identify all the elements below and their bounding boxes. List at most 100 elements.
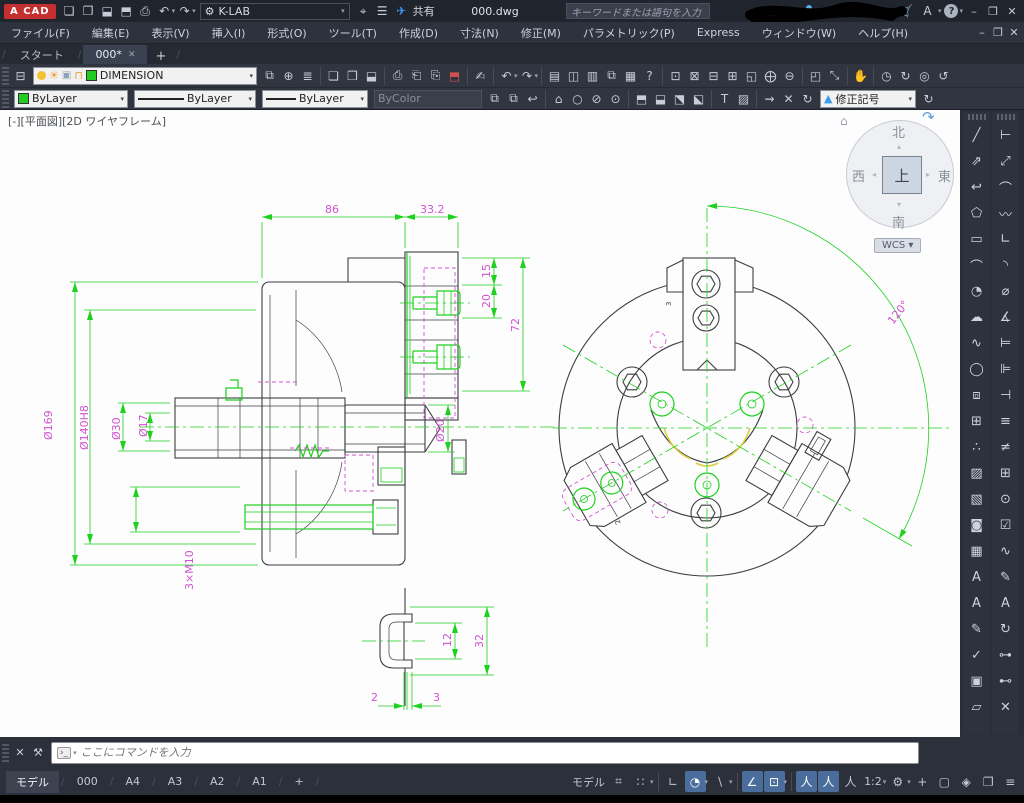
layer-properties-icon[interactable]: ⊟ — [11, 66, 30, 86]
hatch-icon[interactable]: ▨ — [965, 460, 989, 486]
chevron-down-icon[interactable]: ▾ — [248, 95, 252, 103]
make-layer-current-icon[interactable]: ⧉ — [485, 89, 504, 109]
menu-item[interactable]: 作成(D) — [388, 22, 449, 44]
menu-item[interactable]: 寸法(N) — [449, 22, 510, 44]
wcs-dropdown[interactable]: WCS ▾ — [874, 238, 921, 253]
menu-item[interactable]: パラメトリック(P) — [572, 22, 686, 44]
annotation-visibility[interactable]: 人 — [796, 771, 817, 792]
isolate-objects[interactable]: ▢ — [934, 771, 955, 792]
menu-item[interactable]: ウィンドウ(W) — [751, 22, 847, 44]
viewcube-arrow-left[interactable]: ◂ — [872, 170, 876, 179]
grid-mode[interactable]: ⌗ — [608, 771, 629, 792]
layer-unlock-icon[interactable]: ⊙ — [606, 89, 625, 109]
send-to-back-icon[interactable]: ⬓ — [651, 89, 670, 109]
palette-grip[interactable] — [997, 114, 1015, 120]
zoom-object-icon[interactable]: ◱ — [742, 66, 761, 86]
edit-text-icon[interactable]: ✎ — [965, 616, 989, 642]
chevron-down-icon[interactable]: ▾ — [73, 749, 77, 757]
layout-tab-A4[interactable]: A4 — [115, 772, 150, 791]
hatch-to-back-icon[interactable]: ▨ — [734, 89, 753, 109]
dim-text-edit-icon[interactable]: A — [994, 590, 1018, 616]
multiple-point-icon[interactable]: ✕ — [994, 694, 1018, 720]
wipeout-icon[interactable]: ▱ — [965, 694, 989, 720]
share-icon[interactable]: ✈ — [392, 1, 411, 21]
new-layout-button[interactable]: + — [284, 772, 313, 791]
menu-item[interactable]: ヘルプ(H) — [847, 22, 919, 44]
send-under-icon[interactable]: ⬕ — [689, 89, 708, 109]
help-icon[interactable]: ? — [640, 66, 659, 86]
layout-tab-A2[interactable]: A2 — [200, 772, 235, 791]
menu-item[interactable]: ツール(T) — [318, 22, 388, 44]
rotate-arrow-icon[interactable]: ↶ — [922, 110, 935, 126]
dim-radius-icon[interactable]: ◝ — [994, 252, 1018, 278]
dim-space-icon[interactable]: ≡ — [994, 408, 1018, 434]
plot-icon[interactable]: ⎙ — [388, 66, 407, 86]
viewcube[interactable]: ⌂ ↶ 北 西 東 南 ▴ ▾ ◂ ▸ 上 WCS ▾ — [838, 110, 958, 270]
zoom-center-icon[interactable]: ⊞ — [723, 66, 742, 86]
menu-item[interactable]: 形式(O) — [256, 22, 317, 44]
plot-preview-icon[interactable]: ⎗ — [407, 66, 426, 86]
chevron-down-icon[interactable]: ▾ — [249, 72, 253, 80]
snap-mode[interactable]: ∷ — [630, 771, 651, 792]
new-drawing-icon[interactable]: ❏ — [324, 66, 343, 86]
command-grip[interactable] — [2, 744, 9, 762]
share-label[interactable]: 共有 — [413, 3, 435, 19]
layout-tab-A3[interactable]: A3 — [158, 772, 193, 791]
dim-ordinate-icon[interactable]: ∟ — [994, 226, 1018, 252]
dim-linear-icon[interactable]: ⊢ — [994, 122, 1018, 148]
layer-lock-icon[interactable]: ⊘ — [587, 89, 606, 109]
steering-wheel-icon[interactable]: ◎ — [915, 66, 934, 86]
save-as-icon[interactable]: ⬒ — [117, 1, 136, 21]
ucs-icon[interactable]: ✕ — [779, 89, 798, 109]
tab-start[interactable]: スタート — [8, 45, 76, 64]
properties-palette-icon[interactable]: ◫ — [564, 66, 583, 86]
dim-jogged-icon[interactable]: 〰 — [994, 200, 1018, 226]
doc-close-button[interactable]: ✕ — [1006, 25, 1022, 41]
line-icon[interactable]: ╱ — [965, 122, 989, 148]
zoom-out-icon[interactable]: ⊖ — [780, 66, 799, 86]
region-icon[interactable]: ◙ — [965, 512, 989, 538]
chevron-down-icon[interactable]: ▾ — [959, 7, 963, 15]
viewcube-south[interactable]: 南 — [892, 212, 905, 231]
viewcube-east[interactable]: 東 — [938, 166, 951, 185]
command-prompt-icon[interactable]: ›_ — [57, 747, 71, 759]
dim-break-icon[interactable]: ≠ — [994, 434, 1018, 460]
named-views-icon[interactable]: ◷ — [877, 66, 896, 86]
menu-item[interactable]: 表示(V) — [140, 22, 200, 44]
dim-diameter-icon[interactable]: ⌀ — [994, 278, 1018, 304]
graphics-performance[interactable]: ◈ — [956, 771, 977, 792]
insert-block-icon[interactable]: ⧈ — [965, 382, 989, 408]
dim-baseline-icon[interactable]: ⊫ — [994, 356, 1018, 382]
tab-close-icon[interactable]: ✕ — [128, 50, 136, 60]
object-snap-tracking[interactable]: ∠ — [742, 771, 763, 792]
annotation-update-icon[interactable]: ↻ — [919, 89, 938, 109]
gradient-icon[interactable]: ▧ — [965, 486, 989, 512]
dropdown-caret[interactable]: ▾ — [535, 72, 539, 80]
polar-tracking[interactable]: ◔ — [685, 771, 706, 792]
chevron-down-icon[interactable]: ▾ — [938, 7, 942, 15]
app-logo[interactable]: A CAD — [4, 4, 56, 19]
search-input[interactable]: キーワードまたは語句を入力 — [566, 3, 710, 19]
new-file-icon[interactable]: ❏ — [60, 1, 79, 21]
layer-stack-icon[interactable]: ⧉ — [260, 66, 279, 86]
annotation-scale[interactable]: 1:2 — [862, 771, 884, 792]
circle-icon[interactable]: ◔ — [965, 278, 989, 304]
zoom-extents-icon[interactable]: ⤡ — [825, 66, 844, 86]
dim-angular-icon[interactable]: ∡ — [994, 304, 1018, 330]
dim-update-icon[interactable]: ↻ — [994, 616, 1018, 642]
annotation-autoscale[interactable]: 人 — [818, 771, 839, 792]
layer-combo[interactable]: ☀ ▣ ⊓ DIMENSION ▾ — [33, 67, 257, 85]
chevron-down-icon[interactable]: ▾ — [908, 95, 912, 103]
zoom-window-icon[interactable]: ⊡ — [666, 66, 685, 86]
divide-icon[interactable]: ⊶ — [994, 642, 1018, 668]
measure-icon[interactable]: ⊷ — [994, 668, 1018, 694]
drawing-canvas[interactable]: [-][平面図][2D ワイヤフレーム] ⌂ ↶ 北 西 東 南 ▴ ▾ ◂ ▸… — [0, 110, 960, 737]
multiline-text-icon[interactable]: A — [965, 564, 989, 590]
batch-plot-icon[interactable]: ⎘ — [426, 66, 445, 86]
close-icon[interactable]: ✕ — [11, 746, 29, 759]
autodesk-a-icon[interactable]: A — [918, 1, 937, 21]
viewcube-arrow-up[interactable]: ▴ — [897, 142, 901, 151]
export-dwf-icon[interactable]: ⬒ — [445, 66, 464, 86]
ortho-mode[interactable]: ∟ — [663, 771, 684, 792]
dropdown-caret[interactable]: ▾ — [650, 778, 654, 786]
